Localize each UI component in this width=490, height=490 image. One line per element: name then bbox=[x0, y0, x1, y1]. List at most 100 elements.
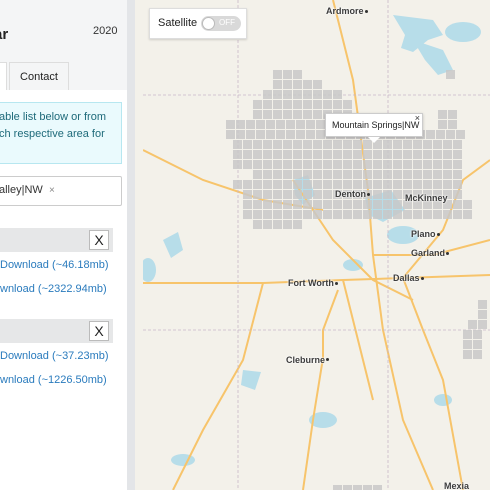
map-tile[interactable] bbox=[283, 110, 292, 119]
map-tile[interactable] bbox=[306, 130, 315, 139]
map-tile[interactable] bbox=[323, 180, 332, 189]
map-tile[interactable] bbox=[303, 210, 312, 219]
map-tile[interactable] bbox=[263, 190, 272, 199]
map-tile[interactable] bbox=[303, 160, 312, 169]
map-tile[interactable] bbox=[296, 130, 305, 139]
map-tile[interactable] bbox=[343, 170, 352, 179]
map-tile[interactable] bbox=[413, 150, 422, 159]
map-tile[interactable] bbox=[263, 140, 272, 149]
map-tile[interactable] bbox=[443, 180, 452, 189]
map-tile[interactable] bbox=[293, 100, 302, 109]
map-tile[interactable] bbox=[393, 150, 402, 159]
map-tile[interactable] bbox=[303, 170, 312, 179]
map-tile[interactable] bbox=[343, 485, 352, 490]
map-tile[interactable] bbox=[293, 220, 302, 229]
map-tile[interactable] bbox=[403, 180, 412, 189]
map-tile[interactable] bbox=[283, 90, 292, 99]
map-tile[interactable] bbox=[363, 210, 372, 219]
map-tile[interactable] bbox=[393, 210, 402, 219]
satellite-switch[interactable]: OFF bbox=[201, 16, 241, 31]
map-tile[interactable] bbox=[453, 150, 462, 159]
map-tile[interactable] bbox=[253, 140, 262, 149]
map-tile[interactable] bbox=[333, 150, 342, 159]
map-tile[interactable] bbox=[393, 160, 402, 169]
map-tile[interactable] bbox=[463, 210, 472, 219]
map-tile[interactable] bbox=[473, 340, 482, 349]
map-tile[interactable] bbox=[313, 200, 322, 209]
map-tile[interactable] bbox=[413, 170, 422, 179]
map-tile[interactable] bbox=[283, 210, 292, 219]
map-tile[interactable] bbox=[253, 150, 262, 159]
map-tile[interactable] bbox=[343, 150, 352, 159]
map-tile[interactable] bbox=[423, 210, 432, 219]
map-tile[interactable] bbox=[303, 180, 312, 189]
map-tile[interactable] bbox=[273, 110, 282, 119]
map-tile[interactable] bbox=[383, 190, 392, 199]
map-tile[interactable] bbox=[253, 190, 262, 199]
map-tile[interactable] bbox=[273, 90, 282, 99]
map-tile[interactable] bbox=[373, 150, 382, 159]
map-tile[interactable] bbox=[383, 150, 392, 159]
map-tile[interactable] bbox=[333, 90, 342, 99]
map-tile[interactable] bbox=[286, 130, 295, 139]
download-link[interactable]: Download (~46.18mb) bbox=[0, 259, 109, 271]
map-tile[interactable] bbox=[243, 150, 252, 159]
map-tile[interactable] bbox=[263, 90, 272, 99]
map-tile[interactable] bbox=[433, 150, 442, 159]
map-tile[interactable] bbox=[363, 485, 372, 490]
map-tile[interactable] bbox=[443, 160, 452, 169]
map-tile[interactable] bbox=[283, 170, 292, 179]
map-tile[interactable] bbox=[383, 170, 392, 179]
map-tile[interactable] bbox=[333, 200, 342, 209]
map-tile[interactable] bbox=[438, 110, 447, 119]
map-tile[interactable] bbox=[373, 170, 382, 179]
tile-grid[interactable] bbox=[143, 0, 490, 490]
map-tile[interactable] bbox=[473, 350, 482, 359]
map-tile[interactable] bbox=[243, 160, 252, 169]
map-tile[interactable] bbox=[273, 170, 282, 179]
map-tile[interactable] bbox=[443, 150, 452, 159]
map-tile[interactable] bbox=[293, 140, 302, 149]
map-tile[interactable] bbox=[323, 140, 332, 149]
map-tile[interactable] bbox=[303, 140, 312, 149]
map-tile[interactable] bbox=[323, 200, 332, 209]
map-tile[interactable] bbox=[333, 180, 342, 189]
map-tile[interactable] bbox=[443, 170, 452, 179]
map-tile[interactable] bbox=[453, 170, 462, 179]
map-tile[interactable] bbox=[313, 100, 322, 109]
map-tile[interactable] bbox=[453, 140, 462, 149]
map-tile[interactable] bbox=[363, 170, 372, 179]
map-tile[interactable] bbox=[383, 140, 392, 149]
map-tile[interactable] bbox=[446, 70, 455, 79]
map-tile[interactable] bbox=[393, 190, 402, 199]
map-tile[interactable] bbox=[263, 170, 272, 179]
map-tile[interactable] bbox=[333, 100, 342, 109]
map-tile[interactable] bbox=[353, 200, 362, 209]
map-tile[interactable] bbox=[436, 130, 445, 139]
map-tile[interactable] bbox=[306, 120, 315, 129]
map-tile[interactable] bbox=[363, 150, 372, 159]
map-tile[interactable] bbox=[333, 160, 342, 169]
map-tile[interactable] bbox=[273, 140, 282, 149]
map-tile[interactable] bbox=[283, 160, 292, 169]
map-tile[interactable] bbox=[243, 190, 252, 199]
map-tile[interactable] bbox=[453, 210, 462, 219]
map-tile[interactable] bbox=[283, 150, 292, 159]
map-tile[interactable] bbox=[283, 200, 292, 209]
map-tile[interactable] bbox=[283, 190, 292, 199]
map-tile[interactable] bbox=[253, 110, 262, 119]
map-tile[interactable] bbox=[313, 80, 322, 89]
map-tile[interactable] bbox=[313, 140, 322, 149]
map-tile[interactable] bbox=[246, 130, 255, 139]
map-tile[interactable] bbox=[403, 150, 412, 159]
map-tile[interactable] bbox=[263, 180, 272, 189]
map-tile[interactable] bbox=[243, 180, 252, 189]
map-tile[interactable] bbox=[373, 190, 382, 199]
map-tile[interactable] bbox=[353, 210, 362, 219]
map-tile[interactable] bbox=[403, 160, 412, 169]
map-tile[interactable] bbox=[243, 200, 252, 209]
map-tile[interactable] bbox=[283, 80, 292, 89]
map-tile[interactable] bbox=[473, 330, 482, 339]
map-tile[interactable] bbox=[283, 70, 292, 79]
map-tile[interactable] bbox=[243, 140, 252, 149]
